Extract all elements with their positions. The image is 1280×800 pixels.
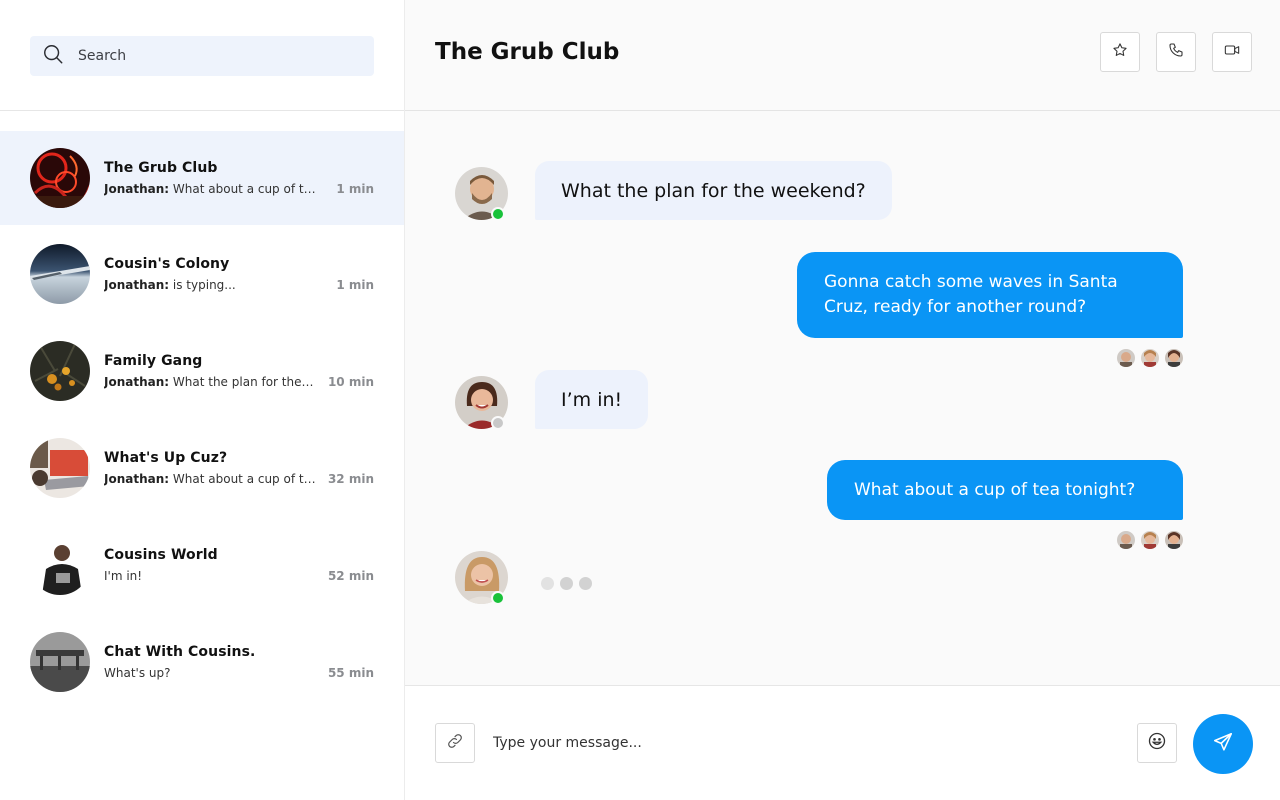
conversation-item[interactable]: Family Gang Jonathan: What the plan for … <box>0 322 404 419</box>
conversation-sidebar: Search The Grub Club Jonathan: What abou… <box>0 0 405 800</box>
online-status-dot <box>491 207 505 221</box>
message-thread: What the plan for the weekend? Gonna cat… <box>405 111 1280 685</box>
smile-icon <box>1147 731 1167 755</box>
conversation-preview: Jonathan: What about a cup of tea tonigh… <box>104 471 316 486</box>
message-input[interactable] <box>493 724 1093 762</box>
outgoing-message: Gonna catch some waves in Santa Cruz, re… <box>797 252 1183 338</box>
typing-indicator <box>541 577 592 590</box>
attach-link-button[interactable] <box>435 723 475 763</box>
conversation-name: The Grub Club <box>104 160 218 176</box>
search-placeholder: Search <box>78 48 127 64</box>
typing-dot <box>560 577 573 590</box>
link-icon <box>446 732 464 754</box>
message-text: What about a cup of tea tonight? <box>854 479 1136 500</box>
search-area: Search <box>0 0 404 111</box>
conversation-name: Cousin's Colony <box>104 255 230 272</box>
reader-avatar <box>1141 349 1159 367</box>
sender-avatar[interactable] <box>455 167 508 221</box>
emoji-button[interactable] <box>1137 723 1177 763</box>
voice-call-button[interactable] <box>1156 32 1196 72</box>
conversation-preview: Jonathan: is typing... <box>104 277 236 292</box>
conversation-item[interactable]: The Grub Club Jonathan: What about a cup… <box>0 131 404 225</box>
search-icon <box>42 43 64 69</box>
star-icon <box>1112 42 1128 62</box>
conversation-time: 1 min <box>336 182 374 196</box>
outgoing-message: What about a cup of tea tonight? <box>827 460 1183 520</box>
conversation-preview: Jonathan: What about a cup of tea tonigh… <box>104 182 316 196</box>
chat-header: The Grub Club <box>405 0 1280 111</box>
conversation-name: Cousins World <box>104 546 218 563</box>
conversation-time: 52 min <box>327 568 374 583</box>
conversation-name: Family Gang <box>104 352 203 369</box>
chat-title: The Grub Club <box>435 39 620 65</box>
conversation-item[interactable]: Cousin's Colony Jonathan: is typing... 1… <box>0 225 404 322</box>
conversation-preview: I'm in! <box>104 568 143 583</box>
conversation-avatar <box>30 243 90 304</box>
conversation-name: What's Up Cuz? <box>104 449 228 466</box>
chat-panel: The Grub Club What the plan for the week… <box>405 0 1280 800</box>
search-input[interactable]: Search <box>30 36 374 76</box>
conversation-preview: What's up? <box>104 665 171 680</box>
send-icon <box>1212 731 1234 757</box>
conversation-avatar <box>30 148 90 208</box>
conversation-preview: Jonathan: What the plan for the weekend? <box>104 374 316 389</box>
header-actions <box>1100 32 1252 72</box>
conversation-name: Chat With Cousins. <box>104 643 256 660</box>
typing-dot <box>579 577 592 590</box>
message-text: What the plan for the weekend? <box>561 179 866 202</box>
conversation-item[interactable]: Chat With Cousins. What's up? 55 min <box>0 613 404 710</box>
conversation-time: 32 min <box>327 471 374 486</box>
reader-avatar <box>1117 349 1135 367</box>
reader-avatar <box>1165 349 1183 367</box>
phone-icon <box>1168 42 1184 62</box>
video-icon <box>1224 42 1240 62</box>
favorite-button[interactable] <box>1100 32 1140 72</box>
message-text: I’m in! <box>561 388 623 411</box>
conversation-time: 55 min <box>327 665 374 680</box>
message-composer <box>405 685 1280 800</box>
conversation-item[interactable]: What's Up Cuz? Jonathan: What about a cu… <box>0 419 404 516</box>
incoming-message: What the plan for the weekend? <box>535 161 892 220</box>
read-receipts <box>1117 349 1183 367</box>
send-button[interactable] <box>1193 714 1253 774</box>
conversation-list: The Grub Club Jonathan: What about a cup… <box>0 111 404 710</box>
reader-avatar <box>1141 531 1159 549</box>
message-text: Gonna catch some waves in Santa Cruz, re… <box>824 272 1118 317</box>
read-receipts <box>1117 531 1183 549</box>
reader-avatar <box>1165 531 1183 549</box>
conversation-time: 1 min <box>336 277 374 292</box>
incoming-message: I’m in! <box>535 370 649 429</box>
conversation-item[interactable]: Cousins World I'm in! 52 min <box>0 516 404 613</box>
reader-avatar <box>1117 531 1135 549</box>
typing-dot <box>541 577 554 590</box>
conversation-avatar <box>30 340 90 401</box>
conversation-avatar <box>30 437 90 498</box>
sender-avatar[interactable] <box>455 376 508 430</box>
offline-status-dot <box>491 416 505 430</box>
conversation-avatar <box>30 631 90 692</box>
sender-avatar[interactable] <box>455 551 508 605</box>
conversation-time: 10 min <box>327 374 374 389</box>
video-call-button[interactable] <box>1212 32 1252 72</box>
conversation-avatar <box>30 534 90 595</box>
online-status-dot <box>491 591 505 605</box>
